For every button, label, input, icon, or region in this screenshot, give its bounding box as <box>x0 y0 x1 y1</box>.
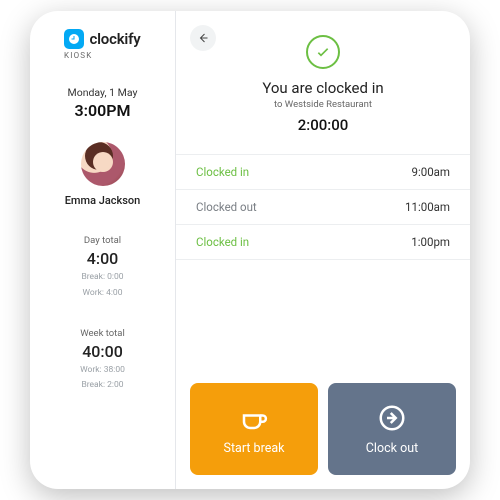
action-bar: Start break Clock out <box>176 383 470 489</box>
week-work: Work: 38:00 <box>40 364 165 377</box>
week-break: Break: 2:00 <box>40 379 165 392</box>
start-break-label: Start break <box>224 441 285 456</box>
back-button[interactable] <box>190 25 216 51</box>
user-name: Emma Jackson <box>65 194 141 207</box>
log-label: Clocked out <box>196 200 257 214</box>
coffee-cup-icon <box>239 403 269 433</box>
main-panel: You are clocked in to Westside Restauran… <box>176 11 470 489</box>
week-total-label: Week total <box>40 328 165 339</box>
log-label: Clocked in <box>196 165 249 179</box>
day-break: Break: 0:00 <box>40 271 165 284</box>
day-total-block: Day total 4:00 Break: 0:00 Work: 4:00 <box>40 235 165 300</box>
kiosk-device-frame: clockify KIOSK Monday, 1 May 3:00PM Emma… <box>30 11 470 489</box>
current-date: Monday, 1 May <box>68 86 138 99</box>
status-subtitle: to Westside Restaurant <box>196 99 450 110</box>
start-break-button[interactable]: Start break <box>190 383 318 475</box>
arrow-right-circle-icon <box>377 403 407 433</box>
log-label: Clocked in <box>196 235 249 249</box>
log-time: 9:00am <box>411 165 450 179</box>
brand: clockify <box>64 29 140 49</box>
user-avatar <box>81 142 125 186</box>
log-time: 11:00am <box>405 200 450 214</box>
arrow-left-icon <box>197 32 209 44</box>
check-circle-icon <box>306 35 340 69</box>
sidebar: clockify KIOSK Monday, 1 May 3:00PM Emma… <box>30 11 176 489</box>
log-row: Clocked in 1:00pm <box>176 225 470 260</box>
brand-name: clockify <box>89 30 140 48</box>
day-work: Work: 4:00 <box>40 287 165 300</box>
current-time: 3:00PM <box>68 101 138 120</box>
week-total-value: 40:00 <box>40 342 165 361</box>
session-timer: 2:00:00 <box>196 116 450 134</box>
brand-subtitle: KIOSK <box>64 51 92 60</box>
clock-out-button[interactable]: Clock out <box>328 383 456 475</box>
user-block: Emma Jackson <box>65 142 141 207</box>
log-row: Clocked out 11:00am <box>176 190 470 225</box>
status-title: You are clocked in <box>196 79 450 97</box>
time-log-list: Clocked in9:00amClocked out11:00amClocke… <box>176 154 470 260</box>
clock-out-label: Clock out <box>366 441 418 456</box>
week-total-block: Week total 40:00 Work: 38:00 Break: 2:00 <box>40 328 165 393</box>
log-row: Clocked in 9:00am <box>176 154 470 190</box>
clockify-logo-icon <box>64 29 84 49</box>
day-total-label: Day total <box>40 235 165 246</box>
log-time: 1:00pm <box>411 235 450 249</box>
status-area: You are clocked in to Westside Restauran… <box>176 25 470 140</box>
current-datetime: Monday, 1 May 3:00PM <box>68 86 138 120</box>
day-total-value: 4:00 <box>40 249 165 268</box>
